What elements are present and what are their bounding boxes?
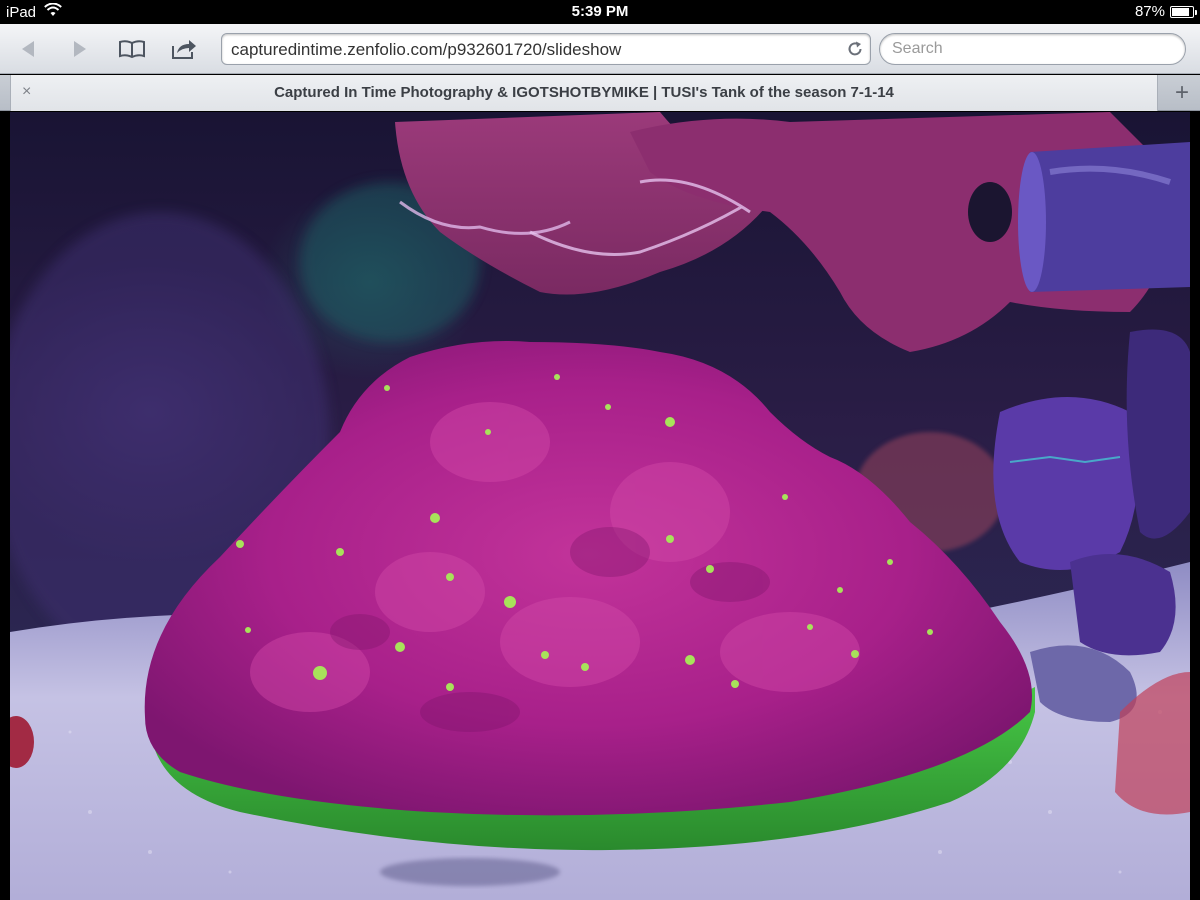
share-icon (170, 38, 198, 60)
new-tab-button[interactable]: + (1164, 75, 1200, 111)
address-bar[interactable]: capturedintime.zenfolio.com/p932601720/s… (221, 33, 871, 65)
coral-photo (10, 112, 1190, 900)
share-button[interactable] (168, 34, 200, 64)
browser-toolbar: capturedintime.zenfolio.com/p932601720/s… (0, 24, 1200, 74)
tab-bar: × Captured In Time Photography & IGOTSHO… (0, 75, 1200, 111)
battery-icon (1170, 5, 1197, 18)
status-time: 5:39 PM (571, 3, 629, 20)
forward-arrow-icon (69, 38, 91, 60)
close-icon[interactable]: × (22, 83, 31, 101)
coral-photo-art (10, 112, 1190, 900)
tab-active[interactable]: × Captured In Time Photography & IGOTSHO… (10, 75, 1158, 111)
status-right: 87% (1134, 3, 1197, 20)
bookmarks-button[interactable] (116, 34, 148, 64)
battery-percent: 87% (1134, 3, 1165, 20)
battery-level (1172, 7, 1189, 16)
plus-icon: + (1174, 79, 1189, 106)
forward-button[interactable] (64, 34, 96, 64)
url-text: capturedintime.zenfolio.com/p932601720/s… (231, 40, 622, 59)
back-button[interactable] (12, 34, 44, 64)
bookmarks-book-icon (117, 38, 147, 60)
back-arrow-icon (17, 38, 39, 60)
tab-title: Captured In Time Photography & IGOTSHOTB… (274, 84, 894, 101)
reload-icon[interactable] (846, 40, 864, 63)
status-bar: iPad 5:39 PM 87% (0, 0, 1200, 24)
search-input[interactable] (879, 33, 1186, 65)
